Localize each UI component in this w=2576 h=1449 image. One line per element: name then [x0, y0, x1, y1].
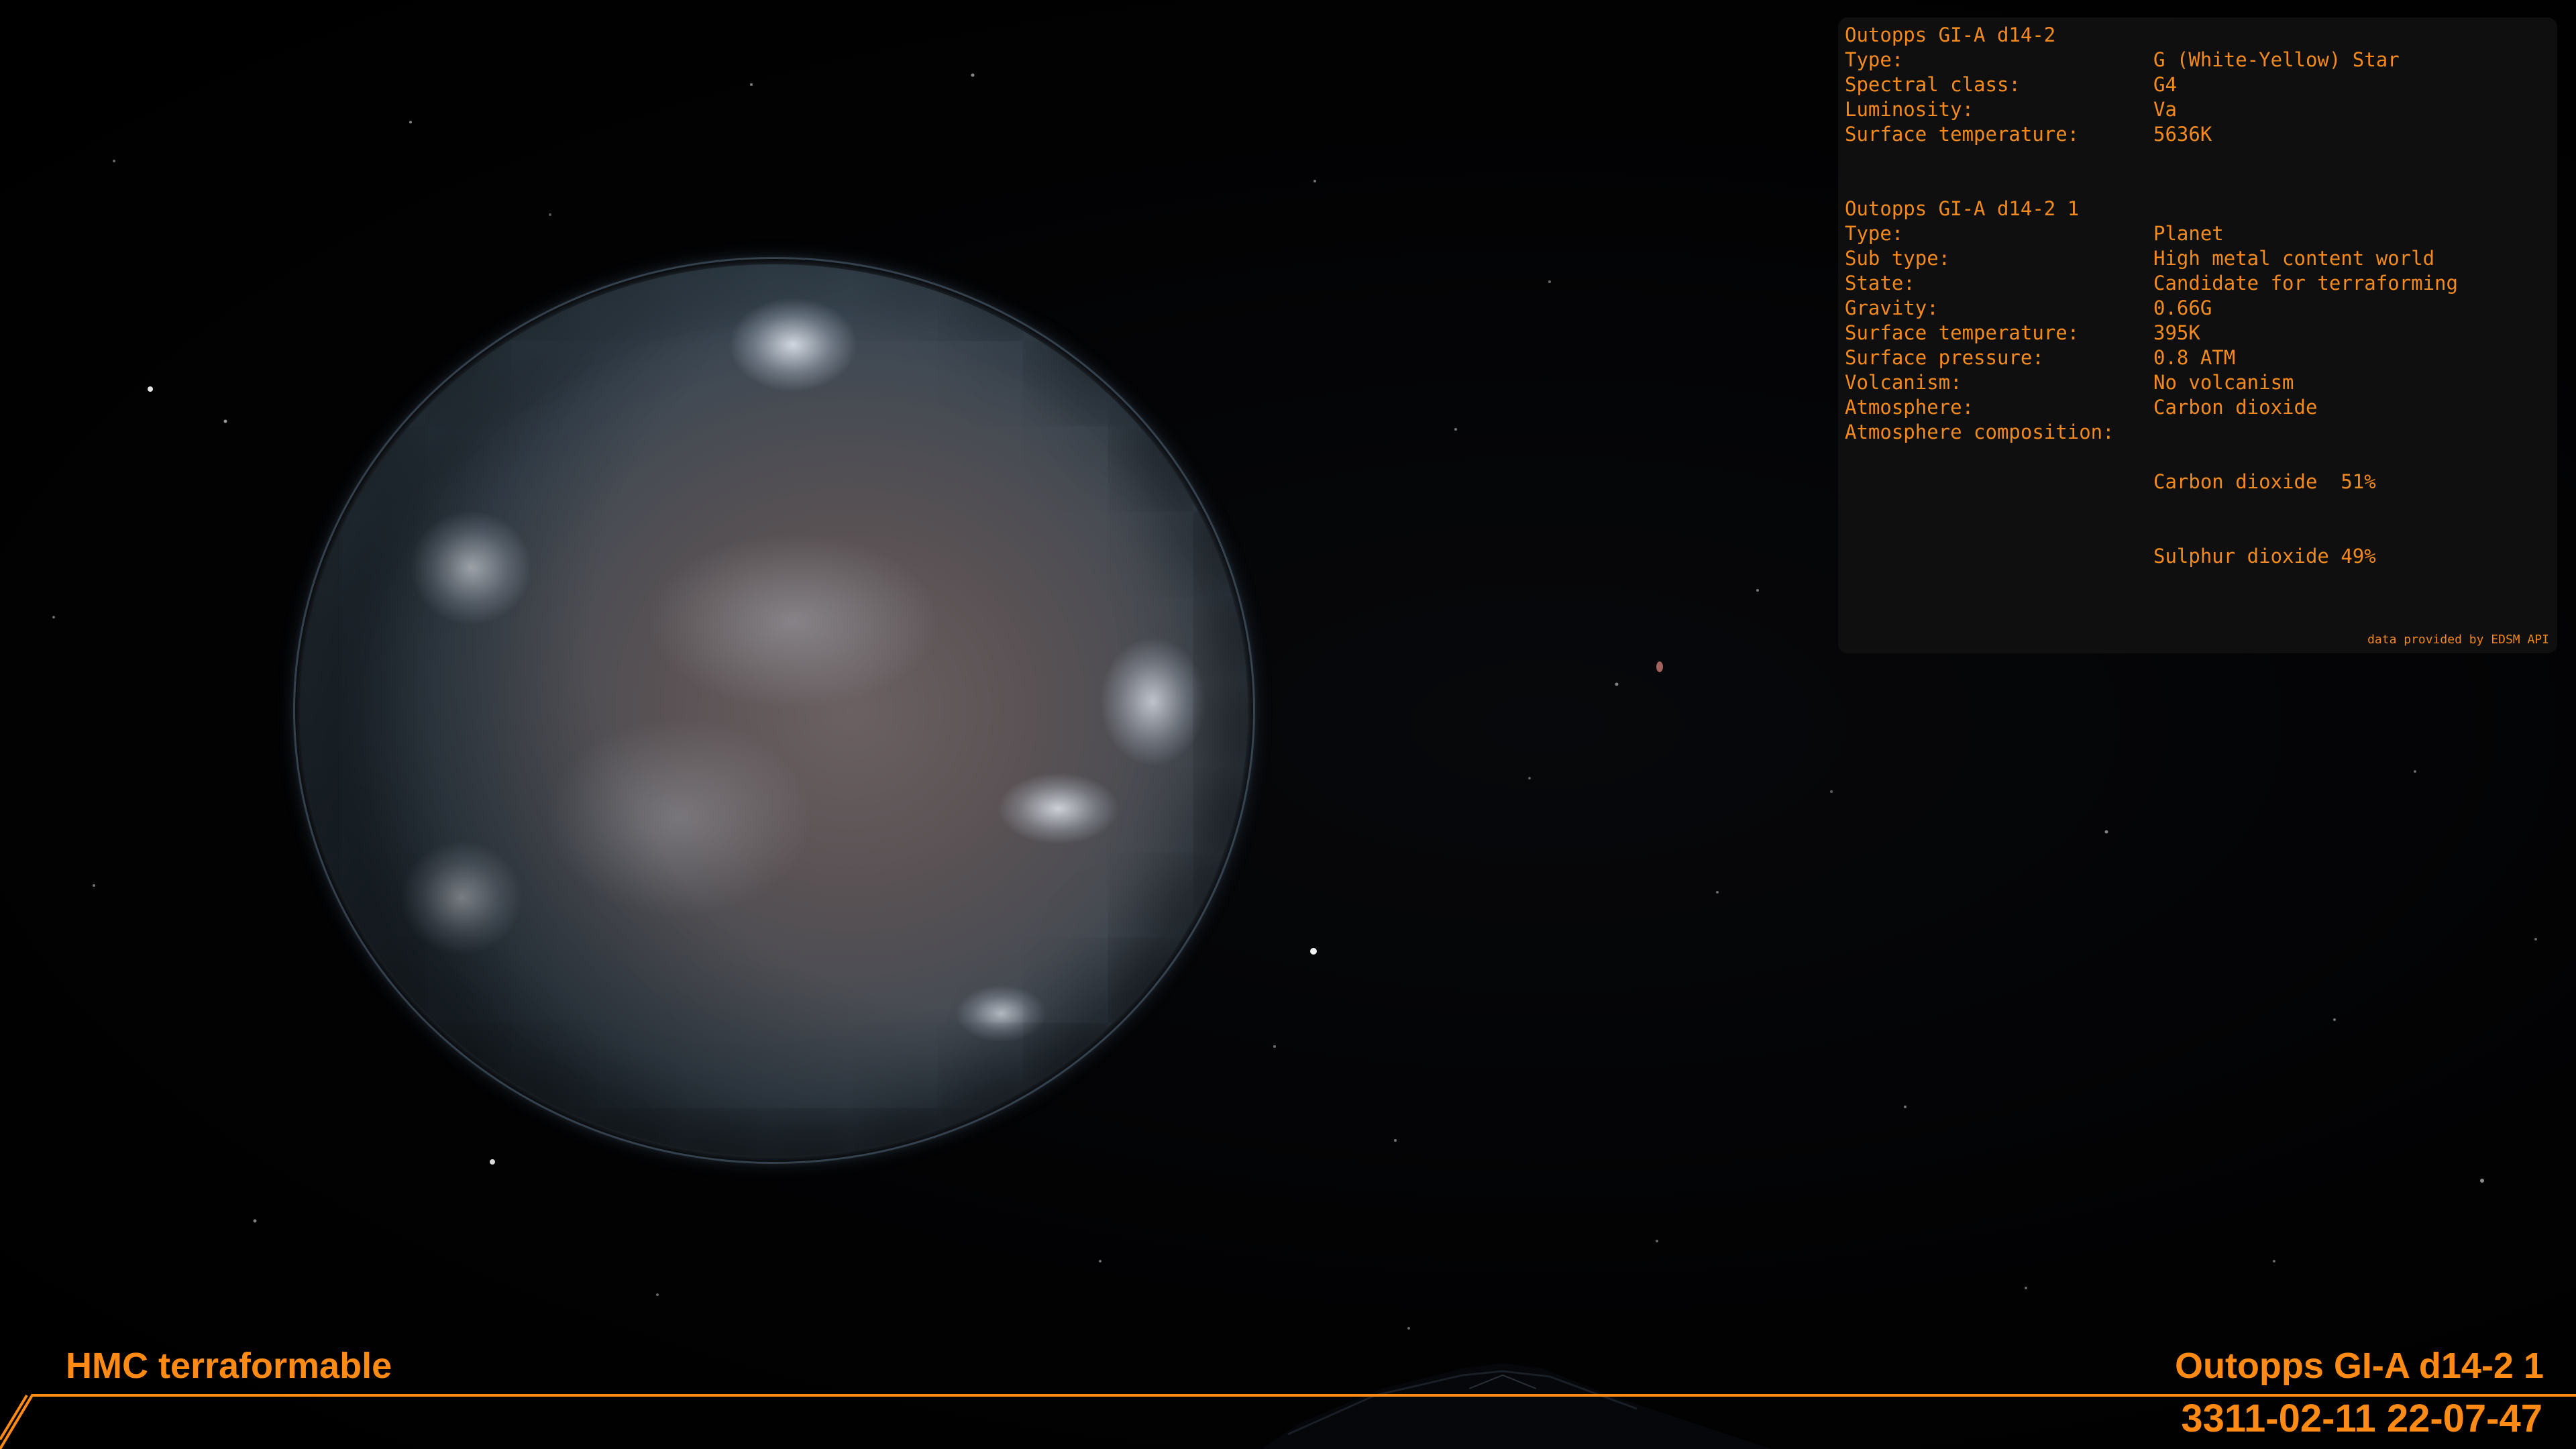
planet-info-row: Sub type: High metal content world — [1845, 246, 2551, 271]
planet-atmosphere-composition-label: Atmosphere composition: — [1845, 421, 2114, 443]
planet-state-value: Candidate for terraforming — [2153, 272, 2458, 294]
star-luminosity-label: Luminosity: — [1845, 98, 1974, 121]
planet-surface-pressure-label: Surface pressure: — [1845, 346, 2044, 369]
composition-line: Sulphur dioxide 49% — [2153, 545, 2376, 568]
star-info-row: Luminosity: Va — [1845, 97, 2551, 122]
planet-type-value: Planet — [2153, 222, 2224, 245]
planet-sub-type-value: High metal content world — [2153, 247, 2435, 270]
planet-state-label: State: — [1845, 272, 1915, 294]
planet-info-row: Type: Planet — [1845, 221, 2551, 246]
star-name-text: Outopps GI-A d14-2 — [1845, 23, 2056, 46]
star-info-row: Type: G (White-Yellow) Star — [1845, 48, 2551, 72]
planet-type-label: Type: — [1845, 222, 1904, 245]
planet-gravity-value: 0.66G — [2153, 297, 2212, 319]
planet-info-row: Gravity: 0.66G — [1845, 296, 2551, 321]
planet-volcanism-value: No volcanism — [2153, 371, 2294, 394]
planet-atmosphere-label: Atmosphere: — [1845, 396, 1974, 419]
planet — [301, 264, 1248, 1157]
composition-line: Carbon dioxide 51% — [2153, 470, 2376, 493]
planet-info-row: State: Candidate for terraforming — [1845, 271, 2551, 296]
star-spectral-class-label: Spectral class: — [1845, 73, 2021, 96]
star-type-label: Type: — [1845, 48, 1904, 71]
planet-info-row: Volcanism: No volcanism — [1845, 370, 2551, 395]
star-info-row: Spectral class: G4 — [1845, 72, 2551, 97]
hud-body-name-title: Outopps GI-A d14-2 1 — [2174, 1346, 2544, 1386]
planet-info-section: Outopps GI-A d14-2 1 Type: Planet Sub ty… — [1845, 197, 2551, 619]
planet-volcanism-label: Volcanism: — [1845, 371, 1962, 394]
game-screen: Outopps GI-A d14-2 Type: G (White-Yellow… — [0, 0, 2576, 1449]
star-info-section: Outopps GI-A d14-2 Type: G (White-Yellow… — [1845, 23, 2551, 147]
star-spectral-class-value: G4 — [2153, 73, 2177, 96]
hud-body-class-title: HMC terraformable — [66, 1346, 392, 1386]
planet-sub-type-label: Sub type: — [1845, 247, 1951, 270]
planet-atmosphere-value: Carbon dioxide — [2153, 396, 2318, 419]
star-surface-temperature-label: Surface temperature: — [1845, 123, 2080, 146]
planet-name-text: Outopps GI-A d14-2 1 — [1845, 197, 2080, 220]
planet-name: Outopps GI-A d14-2 1 — [1845, 197, 2551, 221]
planet-info-row: Surface pressure: 0.8 ATM — [1845, 345, 2551, 370]
planet-atmosphere-composition-value: Carbon dioxide 51% Sulphur dioxide 49% — [2153, 420, 2551, 619]
star-info-row: Surface temperature: 5636K — [1845, 122, 2551, 147]
star-luminosity-value: Va — [2153, 98, 2177, 121]
planet-gravity-label: Gravity: — [1845, 297, 1939, 319]
star-surface-temperature-value: 5636K — [2153, 123, 2212, 146]
star-name: Outopps GI-A d14-2 — [1845, 23, 2551, 48]
planet-surface-temperature-label: Surface temperature: — [1845, 321, 2080, 344]
planet-info-row: Atmosphere composition: Carbon dioxide 5… — [1845, 420, 2551, 619]
star-type-value: G (White-Yellow) Star — [2153, 48, 2400, 71]
planet-info-row: Surface temperature: 395K — [1845, 321, 2551, 345]
panel-footer-credit: data provided by EDSM API — [2367, 633, 2549, 647]
planet-surface-temperature-value: 395K — [2153, 321, 2200, 344]
edsm-info-panel: Outopps GI-A d14-2 Type: G (White-Yellow… — [1838, 17, 2557, 653]
planet-surface-pressure-value: 0.8 ATM — [2153, 346, 2236, 369]
planet-info-row: Atmosphere: Carbon dioxide — [1845, 395, 2551, 420]
hud-datetime: 3311-02-11 22-07-47 — [2181, 1397, 2542, 1440]
